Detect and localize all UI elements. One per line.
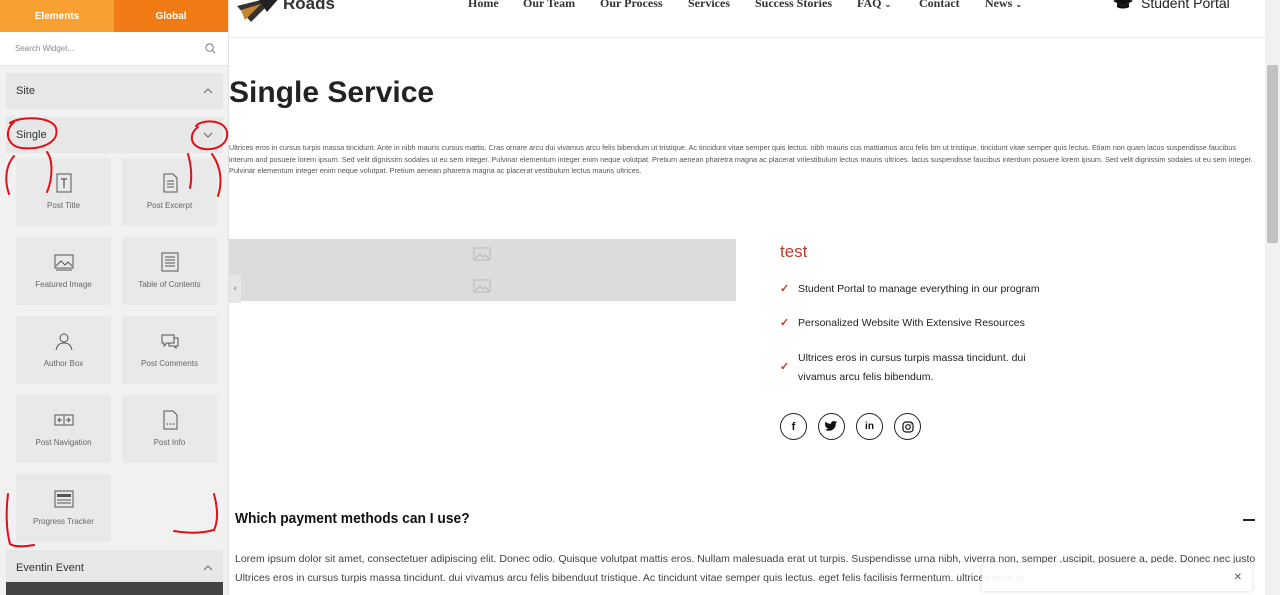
check-icon: ✓ [780,361,790,373]
collapse-panel-handle[interactable]: ‹ [229,275,241,303]
site-header: Roads Home Our Team Our Process Services… [229,0,1265,38]
graduation-cap-icon [1113,0,1133,9]
search-icon[interactable] [205,43,216,54]
student-portal-label: Student Portal [1141,0,1230,11]
checklist-text: Personalized Website With Extensive Reso… [798,317,1025,329]
widget-post-navigation[interactable]: Post Navigation [16,395,111,463]
feature-title: test [780,242,808,261]
widget-label: Table of Contents [138,280,201,289]
close-icon[interactable]: ✕ [1234,572,1242,583]
widget-post-title[interactable]: Post Title [16,158,111,226]
section-eventin-event[interactable]: Eventin Event [6,550,223,586]
twitter-icon[interactable] [818,413,845,440]
widget-featured-image[interactable]: Featured Image [16,237,111,305]
chevron-down-icon: ⌄ [884,0,892,9]
nav-success-stories[interactable]: Success Stories [755,0,832,11]
nav-faq-label: FAQ [857,0,882,10]
widget-label: Post Info [153,438,186,447]
nav-our-process[interactable]: Our Process [600,0,663,11]
student-portal-link[interactable]: Student Portal [1113,0,1230,11]
widget-label: Post Comments [141,359,198,368]
instagram-camera-icon [901,420,914,433]
tab-elements[interactable]: Elements [0,0,114,32]
nav-services[interactable]: Services [688,0,730,11]
nav-home[interactable]: Home [468,0,499,11]
check-icon: ✓ [780,317,790,329]
post-title-icon [56,173,71,193]
check-icon: ✓ [780,283,790,295]
checklist-item: ✓ Student Portal to manage everything in… [780,280,1040,299]
widget-table-of-contents[interactable]: Table of Contents [122,237,217,305]
post-comments-icon [161,334,178,350]
post-navigation-icon [54,414,73,426]
checklist-item: ✓ Ultrices eros in cursus turpis massa t… [780,349,1050,387]
widget-label: Progress Tracker [33,517,94,526]
chevron-up-icon [203,88,213,94]
notification-toast: ✕ [982,563,1252,591]
sidebar-tabs: Elements Global [0,0,228,32]
chevron-down-icon: ⌄ [1015,0,1023,9]
widget-post-comments[interactable]: Post Comments [122,316,217,384]
image-placeholder[interactable] [229,239,736,301]
logo-icon [237,0,278,22]
widget-label: Featured Image [35,280,92,289]
widget-post-info[interactable]: Post Info [122,395,217,463]
instagram-icon[interactable] [894,413,921,440]
widget-post-excerpt[interactable]: Post Excerpt [122,158,217,226]
intro-paragraph: Ultrices eros in cursus turpis massa tin… [229,143,1253,175]
scrollbar-thumb[interactable] [1267,65,1278,243]
logo-text[interactable]: Roads [283,0,335,14]
widget-label: Author Box [43,359,84,368]
checklist-text: Ultrices eros in cursus turpis massa tin… [798,352,1026,383]
section-single-label: Single [16,129,47,141]
section-single[interactable]: Single [6,117,223,153]
tab-global[interactable]: Global [114,0,228,32]
nav-news-label: News [985,0,1013,10]
chevron-left-icon: ‹ [233,284,237,294]
widget-progress-tracker[interactable]: Progress Tracker [16,474,111,542]
chevron-down-icon [203,132,213,138]
section-site-label: Site [16,85,35,97]
search-input[interactable] [15,44,205,53]
widget-sidebar: Elements Global Site Single Post Title P… [0,0,229,595]
linkedin-icon[interactable]: in [856,413,883,440]
featured-image-icon [54,254,73,271]
linkedin-glyph: in [865,421,874,432]
post-info-icon [163,410,177,430]
image-placeholder-icon [473,247,491,261]
table-of-contents-icon [161,252,178,272]
post-excerpt-icon [163,173,177,193]
widget-label: Post Title [47,201,80,210]
chevron-up-icon [203,565,213,571]
widget-label: Post Excerpt [146,201,193,210]
progress-tracker-icon [54,490,73,508]
page-title: Single Service [229,76,435,109]
section-eventin-label: Eventin Event [16,562,84,574]
faq-collapse-toggle[interactable] [1243,519,1255,521]
nav-contact[interactable]: Contact [919,0,960,11]
widget-search [0,32,228,66]
widget-author-box[interactable]: Author Box [16,316,111,384]
twitter-bird-icon [825,421,838,431]
sidebar-footer-bar [6,582,223,595]
nav-faq[interactable]: FAQ ⌄ [857,0,891,11]
checklist-item: ✓ Personalized Website With Extensive Re… [780,314,1025,333]
checklist-text: Student Portal to manage everything in o… [798,283,1040,295]
nav-our-team[interactable]: Our Team [523,0,575,11]
facebook-glyph: f [791,420,796,433]
facebook-icon[interactable]: f [780,413,807,440]
nav-news[interactable]: News ⌄ [985,0,1022,11]
image-placeholder-icon [473,279,491,293]
widget-label: Post Navigation [35,438,92,447]
faq-question[interactable]: Which payment methods can I use? [235,510,470,527]
section-site[interactable]: Site [6,73,223,109]
author-box-icon [55,333,72,351]
